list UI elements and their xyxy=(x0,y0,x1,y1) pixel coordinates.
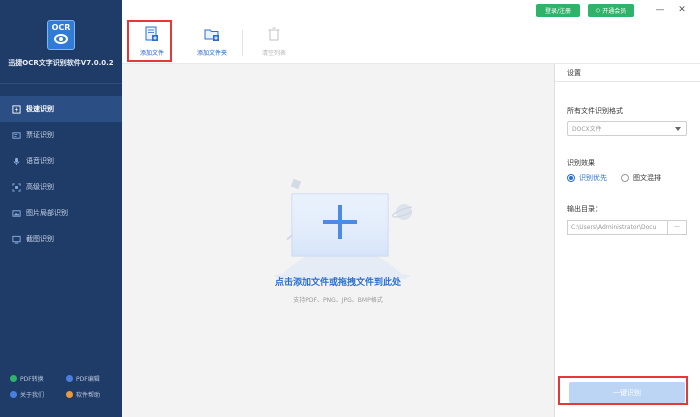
sidebar-item-label: 票证识别 xyxy=(26,131,54,139)
add-file-highlight xyxy=(127,20,172,62)
format-label: 所有文件识别格式 xyxy=(567,107,623,115)
about-us-label: 关于我们 xyxy=(20,392,45,399)
close-icon: ✕ xyxy=(678,5,686,15)
sidebar-nav: 极速识别 票证识别 语音识别 高级识别 图片局部识别 截图识别 xyxy=(0,96,122,252)
software-help-link[interactable]: 软件帮助 xyxy=(66,390,120,399)
file-drop-area[interactable]: 点击添加文件或拖拽文件到此处 支持PDF、PNG、JPG、BMP格式 xyxy=(122,64,554,417)
sidebar-item-advanced-recognition[interactable]: 高级识别 xyxy=(0,174,122,200)
format-select-value: DOCX文件 xyxy=(572,126,602,133)
close-button[interactable]: ✕ xyxy=(676,4,688,16)
screenshot-icon xyxy=(12,235,21,244)
image-crop-icon xyxy=(12,209,21,218)
card-icon xyxy=(12,131,21,140)
login-register-label: 登录/注册 xyxy=(544,8,572,15)
settings-header: 设置 xyxy=(555,64,700,82)
sidebar: OCR 迅捷OCR文字识别软件V7.0.0.2 极速识别 票证识别 语音识别 高… xyxy=(0,0,122,417)
vip-button[interactable]: ◇ 开通会员 xyxy=(588,4,634,17)
sidebar-item-screenshot-recognition[interactable]: 截图识别 xyxy=(0,226,122,252)
login-register-button[interactable]: 登录/注册 xyxy=(536,4,580,17)
minimize-icon: — xyxy=(655,5,665,15)
pdf-convert-label: PDF转换 xyxy=(20,376,44,383)
drop-title: 点击添加文件或拖拽文件到此处 xyxy=(274,278,401,288)
software-help-label: 软件帮助 xyxy=(76,392,101,399)
pdf-edit-label: PDF编辑 xyxy=(76,376,100,383)
output-path-input[interactable]: C:\Users\Administrator\Docu xyxy=(567,220,668,235)
sidebar-item-ticket-recognition[interactable]: 票证识别 xyxy=(0,122,122,148)
format-select[interactable]: DOCX文件 xyxy=(567,121,687,136)
upload-illustration-icon xyxy=(274,178,412,279)
sidebar-item-label: 高级识别 xyxy=(26,183,54,191)
sidebar-item-fast-recognition[interactable]: 极速识别 xyxy=(0,96,122,122)
ellipsis-icon: ··· xyxy=(674,224,680,231)
lightning-icon xyxy=(12,104,21,114)
pdf-edit-icon xyxy=(66,375,73,382)
toolbar: 添加文件 添加文件夹 清空列表 xyxy=(122,18,700,64)
pdf-convert-link[interactable]: PDF转换 xyxy=(10,374,66,383)
radio-image-text-mixed[interactable] xyxy=(621,174,629,182)
add-folder-label: 添加文件夹 xyxy=(196,50,227,57)
add-folder-button[interactable]: 添加文件夹 xyxy=(192,22,232,62)
pdf-edit-link[interactable]: PDF编辑 xyxy=(66,374,120,383)
sidebar-item-label: 截图识别 xyxy=(26,235,54,243)
pdf-convert-icon xyxy=(10,375,17,382)
sidebar-item-label: 图片局部识别 xyxy=(26,209,68,217)
trash-icon xyxy=(268,27,280,41)
browse-button[interactable]: ··· xyxy=(668,220,687,235)
clear-list-label: 清空列表 xyxy=(261,50,286,57)
minimize-button[interactable]: — xyxy=(654,4,666,16)
help-icon xyxy=(66,391,73,398)
sidebar-footer: PDF转换 PDF编辑 关于我们 软件帮助 xyxy=(10,374,120,399)
chevron-down-icon xyxy=(675,127,681,131)
sidebar-item-label: 语音识别 xyxy=(26,157,54,165)
radio-recognition-priority[interactable] xyxy=(567,174,575,182)
info-icon xyxy=(10,391,17,398)
output-label: 输出目录： xyxy=(567,205,602,213)
scan-icon xyxy=(12,182,21,192)
settings-panel: 设置 所有文件识别格式 DOCX文件 识别效果 识别优先 图文混排 输出目录： … xyxy=(554,64,700,417)
radio-image-text-mixed-label: 图文混排 xyxy=(633,174,661,182)
logo-text: OCR xyxy=(51,23,71,32)
vip-label: 开通会员 xyxy=(602,8,627,15)
effect-radio-group: 识别优先 图文混排 xyxy=(567,173,661,183)
sidebar-item-image-partial-recognition[interactable]: 图片局部识别 xyxy=(0,200,122,226)
sidebar-divider xyxy=(0,83,122,84)
app-title: 迅捷OCR文字识别软件V7.0.0.2 xyxy=(8,59,114,67)
app-logo: OCR xyxy=(47,20,75,50)
toolbar-separator xyxy=(242,30,243,56)
microphone-icon xyxy=(12,157,21,166)
recognize-button-highlight xyxy=(558,376,688,405)
eye-icon xyxy=(54,34,68,44)
add-folder-icon xyxy=(204,29,219,41)
diamond-icon: ◇ xyxy=(595,7,601,14)
radio-recognition-priority-label: 识别优先 xyxy=(579,174,607,182)
sidebar-item-voice-recognition[interactable]: 语音识别 xyxy=(0,148,122,174)
effect-label: 识别效果 xyxy=(567,159,595,167)
titlebar: 登录/注册 ◇ 开通会员 — ✕ xyxy=(122,0,700,18)
clear-list-button[interactable]: 清空列表 xyxy=(258,22,290,62)
about-us-link[interactable]: 关于我们 xyxy=(10,390,66,399)
sidebar-item-label: 极速识别 xyxy=(26,105,54,113)
drop-subtitle: 支持PDF、PNG、JPG、BMP格式 xyxy=(293,297,383,304)
output-path-value: C:\Users\Administrator\Docu xyxy=(571,224,657,231)
